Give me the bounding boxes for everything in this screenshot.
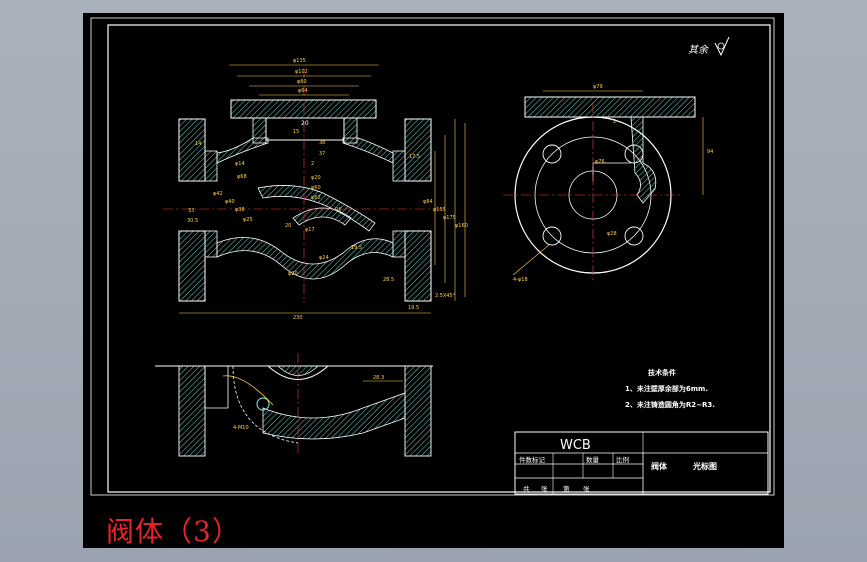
dim-label: 28.3 bbox=[373, 375, 384, 381]
roughness-symbol-icon bbox=[714, 36, 730, 57]
dim-label: 38 bbox=[319, 140, 325, 146]
dim-label: φ155 bbox=[433, 207, 446, 213]
dim-label: 94 bbox=[707, 149, 713, 155]
dim-label: 4-φ18 bbox=[513, 277, 528, 283]
tb-footer: 第 bbox=[563, 484, 570, 493]
dim-label: φ76 bbox=[595, 159, 605, 165]
dim-label: φ175 bbox=[443, 215, 456, 221]
dim-label: R6 bbox=[335, 207, 342, 213]
tb-footer: 共 bbox=[523, 484, 530, 493]
part-name: 阀体 bbox=[651, 461, 668, 471]
dim-label: φ40 bbox=[225, 199, 235, 205]
dim-label: φ20 bbox=[311, 175, 321, 181]
dim-label: 33 bbox=[188, 208, 194, 214]
side-view bbox=[503, 90, 704, 283]
tb-header: 比例 bbox=[616, 455, 629, 464]
surface-finish-text: 其余 bbox=[688, 44, 710, 56]
dim-label: 2.5X45° bbox=[435, 293, 456, 299]
dim-label: φ160 bbox=[455, 223, 468, 229]
dim-label: φ135 bbox=[293, 58, 306, 64]
tech-requirements: 技术条件 1、未注壁厚余部为6mm. 2、未注铸造圆角为R2~R3. bbox=[625, 368, 715, 409]
tb-header: 件数标记 bbox=[519, 455, 546, 464]
tb-header: 数量 bbox=[586, 455, 600, 464]
dim-label: φ102 bbox=[295, 69, 308, 75]
dim-label: 19.5 bbox=[351, 245, 362, 251]
dim-label: φ17 bbox=[305, 227, 315, 233]
material-label: WCB bbox=[560, 438, 591, 453]
dim-label: 30.5 bbox=[187, 218, 198, 224]
dim-label: φ24 bbox=[319, 255, 329, 261]
dim-label: 2 bbox=[613, 119, 616, 125]
tech-item: 2、未注铸造圆角为R2~R3. bbox=[625, 400, 715, 409]
dim-label: 230 bbox=[293, 315, 303, 321]
dim-label: φ64 bbox=[298, 88, 308, 94]
dim-label: 28.5 bbox=[383, 277, 394, 283]
drawing-title: 光标图 bbox=[692, 461, 717, 471]
dim-label: φ38 bbox=[235, 207, 245, 213]
bottom-view bbox=[155, 353, 433, 457]
tech-heading: 技术条件 bbox=[648, 368, 676, 377]
tb-footer: 张 bbox=[541, 484, 548, 493]
dim-label: 2 bbox=[311, 161, 314, 167]
tb-footer: 张 bbox=[583, 484, 590, 493]
dim-label: 20 bbox=[285, 223, 291, 229]
dim-label: 19.5 bbox=[408, 305, 419, 311]
dim-label: φ80 bbox=[297, 79, 307, 85]
dim-label: φ68 bbox=[237, 174, 247, 180]
surface-finish-note: 其余 bbox=[688, 36, 730, 57]
dim-label: φ28 bbox=[607, 231, 617, 237]
dim-label: 15 bbox=[293, 129, 299, 135]
dim-label: φ14 bbox=[235, 161, 245, 167]
drawing-caption: 阀体（3） bbox=[106, 515, 241, 548]
dim-label: φ79 bbox=[593, 84, 603, 90]
dim-label: 14 bbox=[195, 141, 201, 147]
inner-border bbox=[107, 24, 771, 493]
dim-label: φ25 bbox=[243, 217, 253, 223]
dim-label: 20 bbox=[301, 120, 309, 127]
tech-item: 1、未注壁厚余部为6mm. bbox=[625, 384, 708, 393]
drawing-canvas: 其余 φ135 φ102 φ80 φ64 20 38 37 2 15 φ20 φ… bbox=[83, 13, 784, 548]
dim-label: φ60 bbox=[311, 185, 321, 191]
dim-label: φ84 bbox=[423, 199, 433, 205]
dim-label: 17.5 bbox=[409, 154, 420, 160]
dim-label: φ20 bbox=[288, 271, 298, 277]
dim-label: φ62 bbox=[311, 195, 321, 201]
title-block: WCB 件数标记 数量 比例 阀体 光标图 共 张 第 张 bbox=[514, 431, 769, 495]
dim-label: 37 bbox=[319, 151, 325, 157]
dim-label: 4-M10 bbox=[233, 425, 249, 431]
cad-drawing: 其余 φ135 φ102 φ80 φ64 20 38 37 2 15 φ20 φ… bbox=[90, 17, 775, 496]
dim-label: φ42 bbox=[213, 191, 223, 197]
